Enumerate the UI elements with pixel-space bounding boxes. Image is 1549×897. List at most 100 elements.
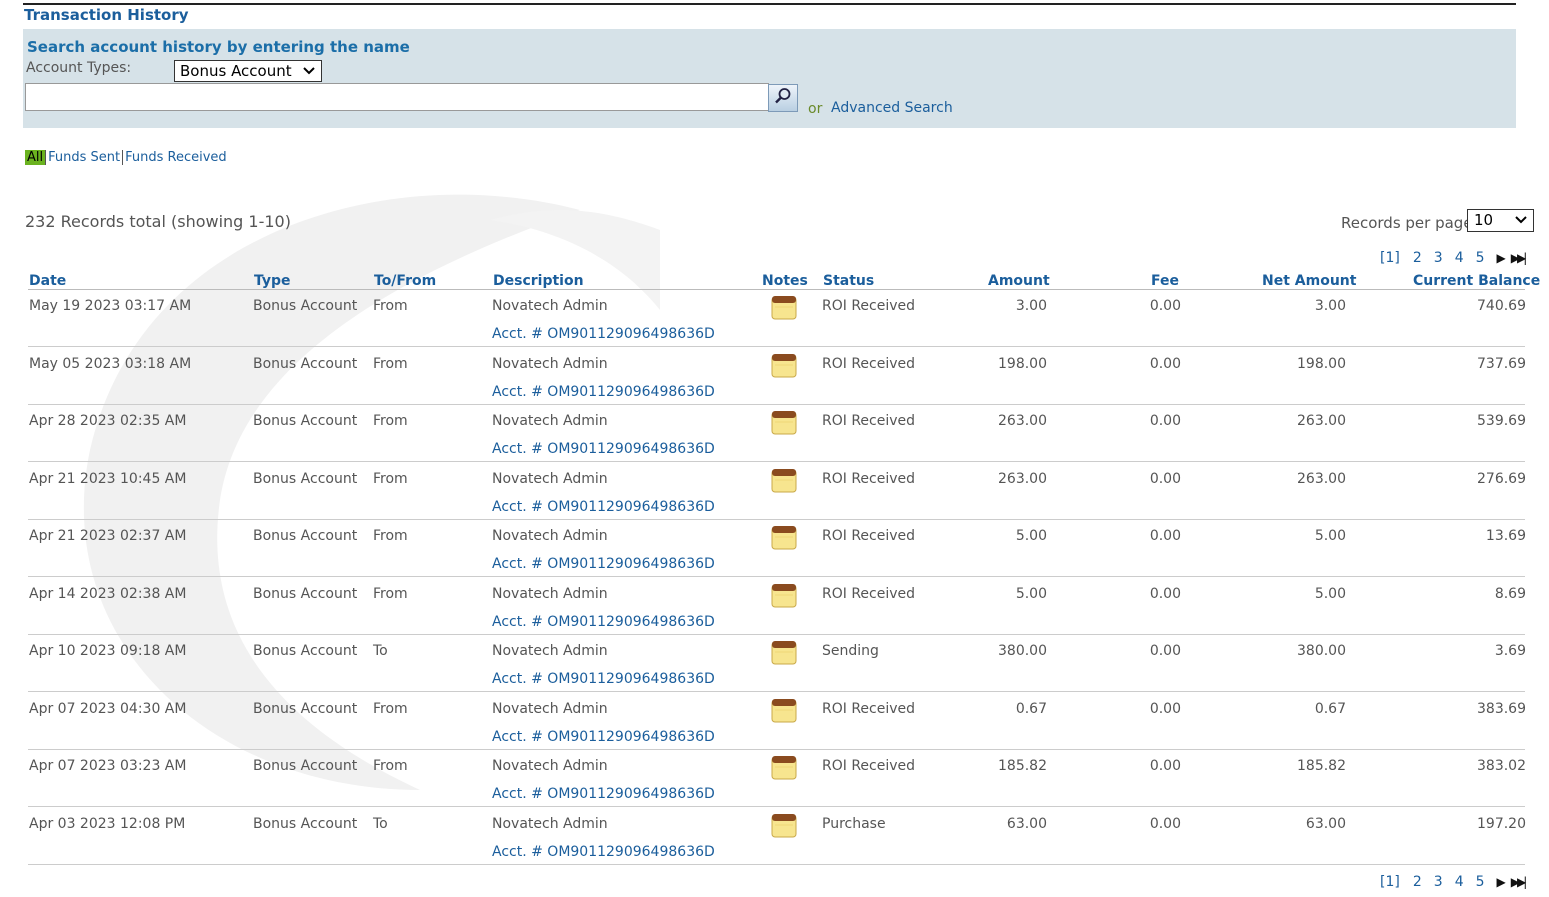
notepad-icon[interactable] (771, 698, 797, 723)
advanced-search-link[interactable]: Advanced Search (831, 100, 953, 116)
account-number-link[interactable]: Acct. # OM901129096498636D (492, 441, 715, 457)
next-page-icon[interactable]: ▶ (1497, 251, 1506, 265)
page-link[interactable]: 5 (1476, 874, 1485, 890)
column-header-net-amount[interactable]: Net Amount (1262, 273, 1356, 289)
table-row: May 19 2023 03:17 AM Bonus Account From Nov… (0, 290, 1549, 347)
cell-amount: 198.00 (998, 355, 1047, 372)
cell-description: Novatech Admin (492, 470, 608, 487)
cell-status: ROI Received (822, 758, 916, 774)
cell-status: ROI Received (822, 413, 916, 429)
cell-date: Apr 21 2023 02:37 AM (29, 528, 187, 544)
cell-current-balance: 383.02 (1477, 758, 1526, 774)
column-header-date[interactable]: Date (29, 273, 66, 289)
search-heading: Search account history by entering the n… (27, 38, 410, 56)
account-number-link[interactable]: Acct. # OM901129096498636D (492, 671, 715, 687)
page-link[interactable]: 4 (1455, 874, 1464, 890)
column-header-status[interactable]: Status (823, 273, 874, 289)
notepad-icon[interactable] (771, 640, 797, 665)
cell-amount: 0.67 (1015, 700, 1047, 717)
column-header-amount[interactable]: Amount (988, 273, 1050, 289)
cell-amount: 5.00 (1015, 585, 1047, 602)
cell-description: Novatech Admin (492, 758, 608, 774)
cell-current-balance: 740.69 (1477, 298, 1526, 314)
cell-type: Bonus Account (253, 298, 358, 314)
notepad-icon[interactable] (771, 813, 797, 838)
notepad-icon[interactable] (771, 353, 797, 378)
table-row: Apr 21 2023 10:45 AM Bonus Account From Nov… (0, 463, 1549, 520)
table-row: Apr 07 2023 04:30 AM Bonus Account From Nov… (0, 693, 1549, 750)
cell-amount: 263.00 (998, 470, 1047, 487)
page-title: Transaction History (24, 6, 189, 24)
last-page-icon[interactable]: ▶▶| (1511, 875, 1527, 889)
cell-status: ROI Received (822, 585, 916, 602)
records-per-page-select[interactable]: 10 (1467, 209, 1534, 232)
notepad-icon[interactable] (771, 583, 797, 608)
top-divider (23, 3, 1516, 5)
page-link[interactable]: 2 (1413, 250, 1422, 266)
column-header-notes[interactable]: Notes (762, 273, 808, 289)
page-link[interactable]: 4 (1455, 250, 1464, 266)
cell-description: Novatech Admin (492, 815, 608, 832)
column-header-current-balance[interactable]: Current Balance (1413, 273, 1540, 289)
account-number-link[interactable]: Acct. # OM901129096498636D (492, 614, 715, 630)
cell-to-from: From (373, 758, 408, 774)
search-input[interactable] (25, 83, 769, 111)
cell-to-from: From (373, 700, 408, 717)
account-number-link[interactable]: Acct. # OM901129096498636D (492, 326, 715, 342)
filter-all[interactable]: All (25, 150, 46, 165)
cell-type: Bonus Account (253, 413, 358, 429)
page-link[interactable]: 3 (1434, 874, 1443, 890)
cell-current-balance: 383.69 (1477, 700, 1526, 717)
cell-current-balance: 13.69 (1485, 528, 1526, 544)
account-number-link[interactable]: Acct. # OM901129096498636D (492, 556, 715, 572)
column-header-fee[interactable]: Fee (1151, 273, 1179, 289)
page-current: [1] (1380, 874, 1400, 890)
cell-current-balance: 8.69 (1494, 585, 1526, 602)
cell-date: Apr 03 2023 12:08 PM (29, 815, 186, 832)
column-header-description[interactable]: Description (493, 273, 584, 289)
cell-fee: 0.00 (1149, 643, 1181, 659)
account-type-select[interactable]: Bonus Account (174, 60, 322, 82)
cell-date: Apr 14 2023 02:38 AM (29, 585, 187, 602)
cell-description: Novatech Admin (492, 413, 608, 429)
cell-to-from: From (373, 528, 408, 544)
page-link[interactable]: 3 (1434, 250, 1443, 266)
cell-to-from: From (373, 470, 408, 487)
search-panel: Search account history by entering the n… (23, 29, 1516, 128)
cell-to-from: To (373, 815, 388, 832)
account-number-link[interactable]: Acct. # OM901129096498636D (492, 729, 715, 745)
cell-fee: 0.00 (1149, 815, 1181, 832)
notepad-icon[interactable] (771, 755, 797, 780)
cell-current-balance: 737.69 (1477, 355, 1526, 372)
cell-type: Bonus Account (253, 585, 358, 602)
column-header-to-from[interactable]: To/From (374, 273, 436, 289)
filter-funds-sent[interactable]: Funds Sent (46, 150, 122, 165)
cell-fee: 0.00 (1149, 700, 1181, 717)
cell-status: ROI Received (822, 470, 916, 487)
filter-funds-received[interactable]: Funds Received (123, 150, 229, 165)
cell-description: Novatech Admin (492, 700, 608, 717)
account-number-link[interactable]: Acct. # OM901129096498636D (492, 844, 715, 860)
notepad-icon[interactable] (771, 525, 797, 550)
cell-date: Apr 07 2023 03:23 AM (29, 758, 187, 774)
or-text: or (808, 101, 823, 117)
search-button[interactable] (768, 84, 798, 112)
column-header-type[interactable]: Type (254, 273, 291, 289)
cell-description: Novatech Admin (492, 298, 608, 314)
cell-net-amount: 3.00 (1314, 298, 1346, 314)
next-page-icon[interactable]: ▶ (1497, 875, 1506, 889)
account-number-link[interactable]: Acct. # OM901129096498636D (492, 384, 715, 400)
cell-status: Purchase (822, 815, 886, 832)
cell-net-amount: 198.00 (1297, 355, 1346, 372)
last-page-icon[interactable]: ▶▶| (1511, 251, 1527, 265)
notepad-icon[interactable] (771, 410, 797, 435)
page-link[interactable]: 2 (1413, 874, 1422, 890)
cell-to-from: To (373, 643, 388, 659)
page-link[interactable]: 5 (1476, 250, 1485, 266)
cell-description: Novatech Admin (492, 355, 608, 372)
notepad-icon[interactable] (771, 295, 797, 320)
notepad-icon[interactable] (771, 468, 797, 493)
account-number-link[interactable]: Acct. # OM901129096498636D (492, 499, 715, 515)
account-number-link[interactable]: Acct. # OM901129096498636D (492, 786, 715, 802)
row-divider (28, 863, 1525, 865)
